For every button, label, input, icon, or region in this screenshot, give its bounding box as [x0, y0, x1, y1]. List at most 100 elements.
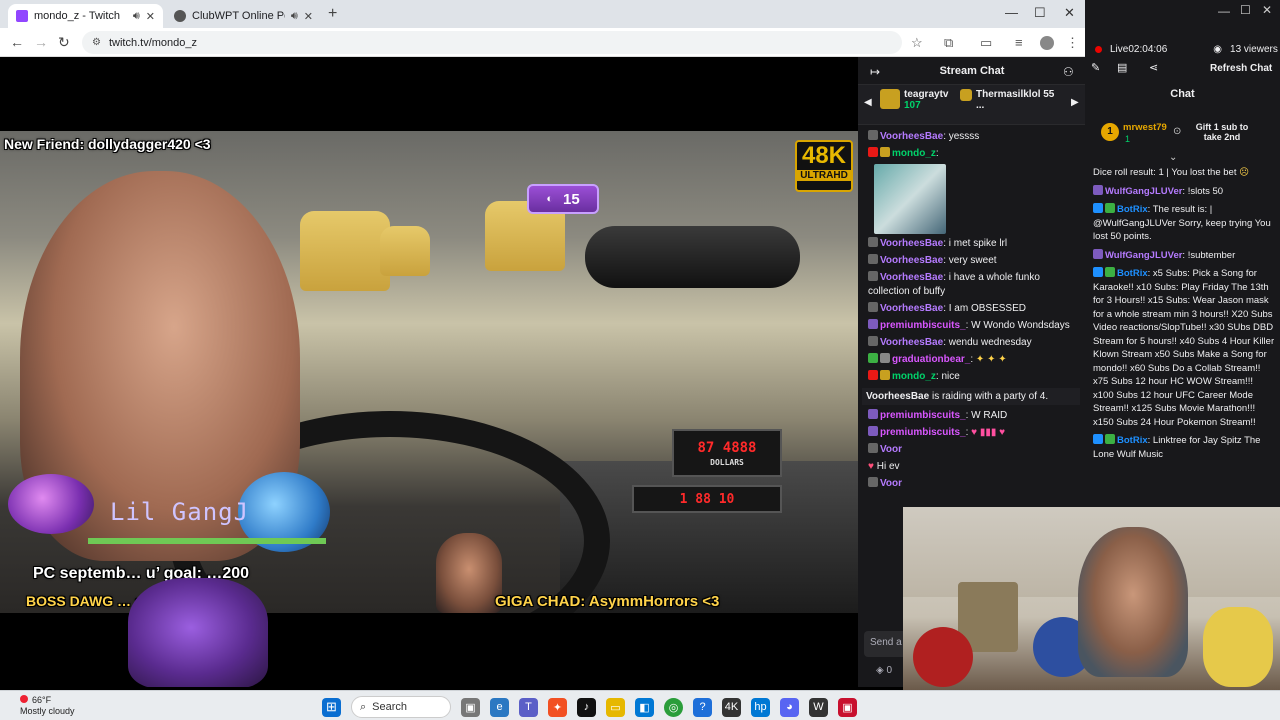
maximize-icon[interactable]: ☐	[1034, 5, 1046, 21]
chat-message: mondo_z:	[868, 147, 1080, 161]
gift-icon: ⊙	[1173, 126, 1182, 137]
browser-tab-bar: mondo_z - Twitch 🔊︎ ✕ ClubWPT Online Pok…	[0, 0, 1085, 28]
webcam-overlay	[903, 507, 1280, 690]
clip-icon[interactable]: ▤	[1117, 61, 1127, 74]
weather-alert-icon	[20, 695, 28, 703]
live-dot-icon	[1095, 45, 1102, 53]
app-4k-icon[interactable]: 4K	[722, 697, 741, 717]
lil-gang-progress	[88, 538, 326, 544]
task-view-icon[interactable]: ▣	[461, 697, 480, 717]
chat-message: Voor	[868, 477, 1080, 491]
chat-message: mondo_z: nice	[868, 370, 1080, 384]
chat-title: Chat	[1170, 88, 1195, 100]
discord-icon[interactable]: ◕	[780, 697, 799, 717]
refresh-chat-button[interactable]: Refresh Chat	[1210, 63, 1272, 74]
tab-twitch[interactable]: mondo_z - Twitch 🔊︎ ✕	[8, 4, 163, 28]
giga-chad-text: GIGA CHAD: AsymmHorrors <3	[495, 593, 720, 610]
taxi-shape	[300, 211, 390, 291]
gift-sub-button[interactable]: Gift 1 sub to take 2nd	[1187, 122, 1257, 142]
right-chat-panel: — ☐ ✕ Live02:04:06 ◉ 13 viewers ✎ ▤ ⋖ Re…	[1085, 0, 1280, 510]
chat-message: premiumbiscuits_: W Wondo Wondsdays	[868, 319, 1080, 333]
speaker-icon[interactable]: 🔊︎	[291, 10, 298, 23]
start-icon[interactable]: ⊞	[322, 697, 341, 717]
video-player[interactable]: 87 4888 DOLLARS 1 88 10 48K ULTRAHD ◐ 15…	[0, 57, 858, 687]
menu-kebab-icon[interactable]: ⋮	[1066, 35, 1079, 51]
windows-taskbar: 66°F Mostly cloudy ⊞ ⌕ Search ▣ e T ✦ ♪ ▭…	[0, 690, 1280, 720]
stream-chat-title: Stream Chat	[858, 57, 1086, 85]
chat-message: BotRix: x5 Subs: Pick a Song for Karaoke…	[1093, 267, 1275, 428]
app-w-icon[interactable]: W	[809, 697, 828, 717]
file-explorer-icon[interactable]: ▭	[606, 697, 625, 717]
channel-points[interactable]: ◈ 0	[876, 665, 892, 676]
chat-message: WulfGangJLUVer: !subtember	[1093, 248, 1275, 263]
chat-message: Voor	[868, 443, 1080, 457]
chat-message: BotRix: The result is: | @WulfGangJLUVer…	[1093, 203, 1271, 242]
store-icon[interactable]: ◧	[635, 697, 654, 717]
maximize-icon[interactable]: ☐	[1240, 3, 1251, 17]
users-icon[interactable]: ⚇	[1063, 65, 1074, 79]
taskbar-search[interactable]: ⌕ Search	[351, 696, 451, 718]
meter-top-readout: 87 4888	[697, 439, 757, 456]
chat-message: ♥ Hi ev	[868, 461, 900, 472]
media-controls-icon[interactable]: ≡	[1015, 35, 1023, 50]
bookmark-star-icon[interactable]: ☆	[911, 35, 923, 51]
weather-widget[interactable]: 66°F Mostly cloudy	[20, 695, 75, 717]
edge-icon[interactable]: e	[490, 697, 509, 717]
cast-icon[interactable]: ▭	[980, 35, 992, 51]
profile-avatar[interactable]	[1040, 36, 1054, 50]
ultrahd-badge: 48K ULTRAHD	[795, 140, 853, 192]
chat-message: VoorheesBae: wendu wednesday	[868, 336, 1080, 350]
back-icon[interactable]: ←	[10, 34, 24, 50]
tab-clubwpt[interactable]: ClubWPT Online Poker and 🔊︎ ✕	[166, 4, 321, 28]
plush-shape	[1203, 607, 1273, 687]
chat-message: premiumbiscuits_: W RAID	[868, 409, 1080, 423]
meter-bottom-readout: 1 88 10	[679, 491, 735, 507]
globe-icon	[174, 10, 186, 22]
share-icon[interactable]: ⋖	[1149, 61, 1158, 74]
chat-message: premiumbiscuits_: ♥ ▮▮▮ ♥	[868, 426, 1080, 440]
minimize-icon[interactable]: —	[1005, 5, 1018, 20]
viewer-count-badge: ◐ 15	[527, 184, 599, 214]
new-tab-button[interactable]: +	[328, 5, 337, 23]
stream-chat-messages[interactable]: VoorheesBae: yessss mondo_z: VoorheesBae…	[862, 127, 1080, 567]
copilot-icon[interactable]: ✦	[548, 697, 567, 717]
chat-message: VoorheesBae: yessss	[868, 130, 1080, 144]
close-tab-icon[interactable]: ✕	[304, 10, 313, 23]
lil-gang-title: Lil GangJ	[110, 498, 250, 526]
chat-message: BotRix: Linktree for Jay Spitz The Lone …	[1093, 434, 1261, 460]
close-window-icon[interactable]: ✕	[1262, 3, 1272, 17]
chrome-icon[interactable]: ◎	[664, 697, 683, 717]
extensions-icon[interactable]: ⧉	[944, 35, 953, 51]
chat-message: VoorheesBae: i have a whole funko collec…	[868, 271, 1040, 297]
pinned-gift-leader: 1 mrwest79 1 ⊙ Gift 1 sub to take 2nd	[1085, 116, 1280, 150]
close-tab-icon[interactable]: ✕	[146, 10, 155, 23]
browser-toolbar: ← → ↻ ⚙ twitch.tv/mondo_z ☆ ⧉ ▭ ≡ ⋮	[0, 28, 1085, 57]
teams-icon[interactable]: T	[519, 697, 538, 717]
chat-message: VoorheesBae: i met spike lrl	[868, 237, 1080, 251]
raid-notice: VoorheesBae is raiding with a party of 4…	[862, 388, 1080, 405]
new-friend-alert: New Friend: dollydagger420 <3	[4, 136, 211, 152]
site-info-icon[interactable]: ⚙	[92, 37, 101, 48]
chat-image[interactable]	[874, 164, 946, 234]
close-window-icon[interactable]: ✕	[1064, 5, 1075, 21]
reload-icon[interactable]: ↻	[58, 34, 70, 51]
speaker-icon[interactable]: 🔊︎	[133, 10, 140, 23]
help-icon[interactable]: ?	[693, 697, 712, 717]
edit-icon[interactable]: ✎	[1091, 61, 1100, 74]
tiktok-icon[interactable]: ♪	[577, 697, 596, 717]
badge-icon	[868, 130, 878, 140]
forward-icon[interactable]: →	[34, 34, 48, 50]
prev-arrow-icon[interactable]: ◀	[864, 97, 872, 108]
eye-icon: ◐	[546, 193, 553, 205]
url-text: twitch.tv/mondo_z	[108, 36, 198, 49]
hp-icon[interactable]: hp	[751, 697, 770, 717]
minimize-icon[interactable]: —	[1218, 4, 1230, 18]
right-chat-messages[interactable]: Dice roll result: 1 | You lost the bet ☹…	[1089, 162, 1275, 510]
broadcaster-badge-icon	[868, 147, 878, 157]
address-bar[interactable]: ⚙ twitch.tv/mondo_z	[82, 31, 902, 54]
rearview-mirror-shape	[585, 226, 800, 288]
app-red-icon[interactable]: ▣	[838, 697, 857, 717]
gift-icon	[880, 89, 900, 109]
gift-icon	[960, 89, 972, 101]
next-arrow-icon[interactable]: ▶	[1071, 97, 1079, 108]
